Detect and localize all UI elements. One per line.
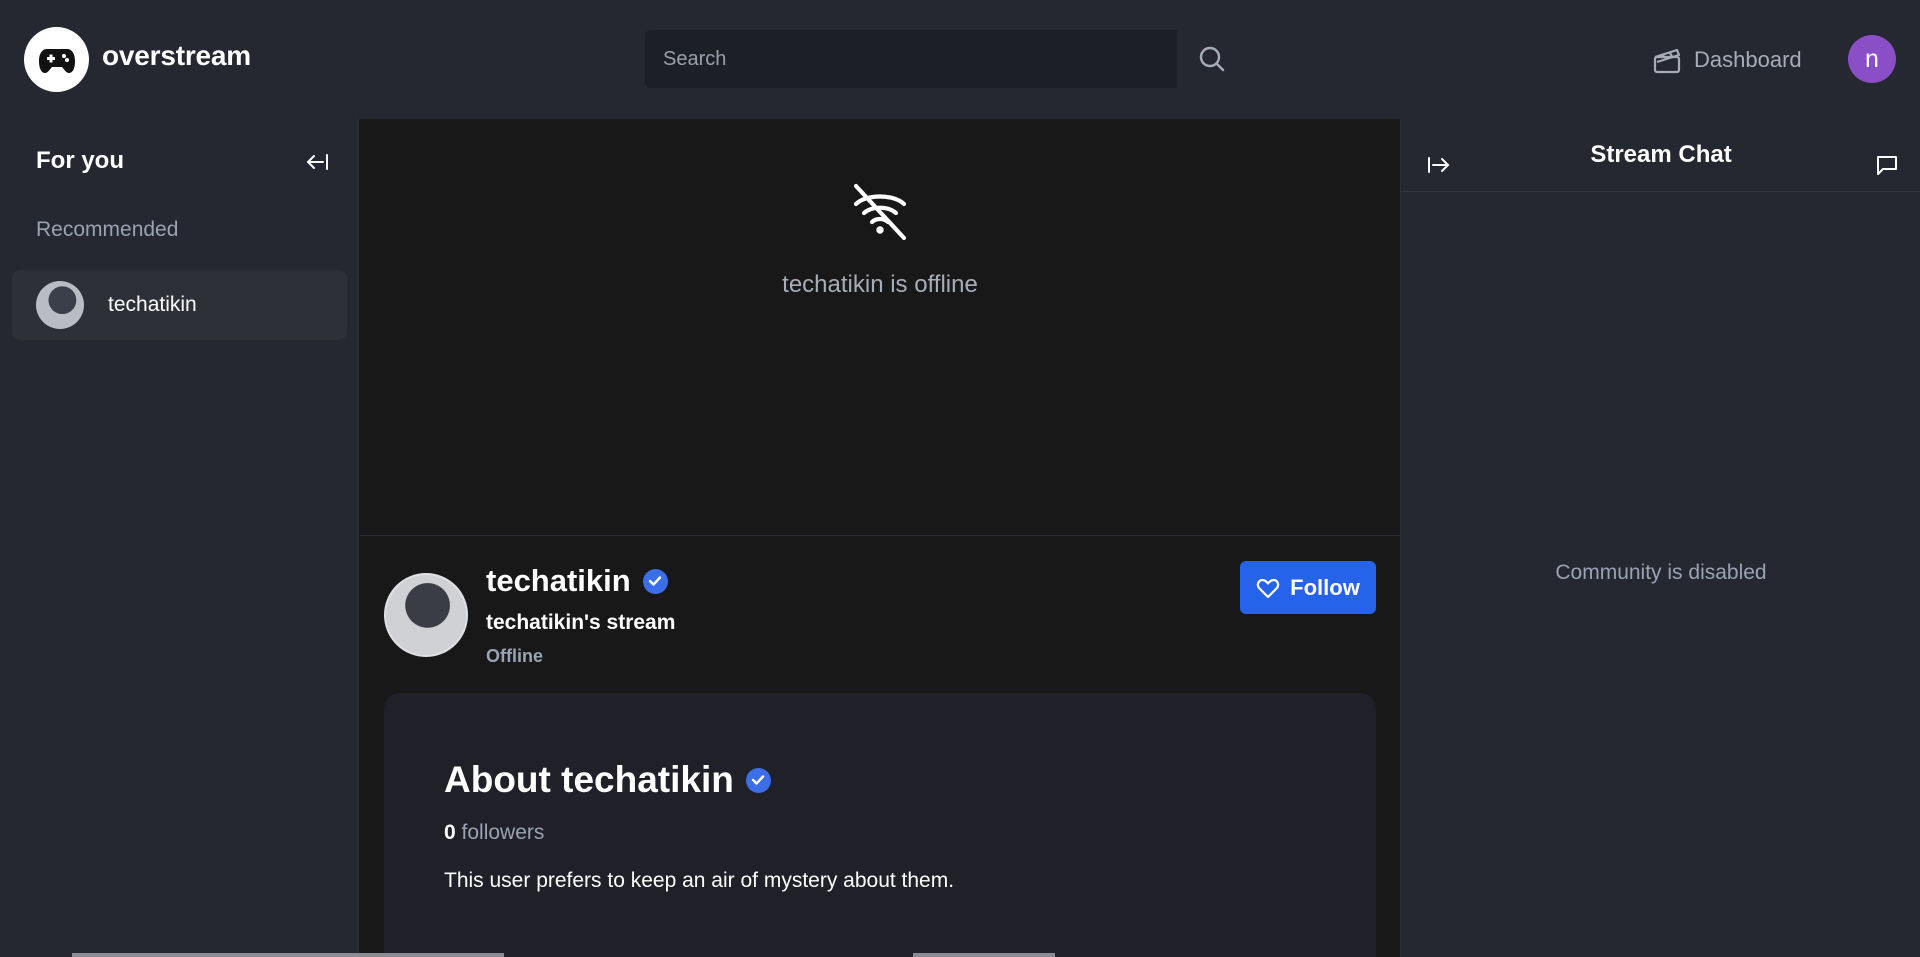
chat-panel: Stream Chat Community is disabled [1400,119,1920,957]
user-avatar[interactable]: n [1848,35,1896,83]
dashboard-label: Dashboard [1694,47,1802,72]
sidebar-item-label: techatikin [108,293,197,316]
heart-icon [1257,578,1280,598]
scrollbar[interactable] [913,953,1055,957]
main-content: techatikin is offline techatikin techati… [360,119,1400,957]
follow-label: Follow [1290,574,1360,600]
video-player[interactable]: techatikin is offline [360,119,1400,536]
app-root: overstream Dashboard n For you [0,0,1920,957]
chat-header: Stream Chat [1401,119,1920,192]
stream-title: techatikin's stream [486,611,676,634]
search-button[interactable] [1177,30,1247,88]
clapperboard-icon [1653,48,1681,74]
chat-title: Stream Chat [1590,141,1732,168]
scrollbar[interactable] [72,953,504,957]
collapse-sidebar-button[interactable] [300,145,334,179]
top-navbar: overstream Dashboard n [0,0,1920,119]
verified-badge-icon [642,568,668,594]
avatar [36,281,84,329]
bio-text: This user prefers to keep an air of myst… [444,869,955,892]
sidebar-title: For you [36,147,124,174]
streamer-name-row: techatikin [486,563,668,599]
verified-badge-icon [745,767,771,793]
followers-label: followers [461,821,545,844]
follow-button[interactable]: Follow [1240,561,1376,614]
sidebar: For you Recommended techatikin [0,119,359,957]
message-square-icon [1877,156,1897,175]
chat-disabled-message: Community is disabled [1555,561,1767,584]
brand-name[interactable]: overstream [102,40,251,72]
about-title-row: About techatikin [444,759,771,801]
offline-message: techatikin is offline [782,271,978,298]
followers-count: 0 followers [444,821,544,845]
logo[interactable] [24,27,89,92]
search-icon [1199,46,1225,72]
sidebar-section-label: Recommended [36,218,179,241]
streamer-avatar[interactable] [384,573,468,657]
sidebar-item-techatikin[interactable]: techatikin [12,270,347,340]
streamer-name: techatikin [486,563,631,598]
arrow-left-to-line-icon [306,154,328,170]
about-card: About techatikin 0 followers This user p… [384,693,1376,957]
dashboard-link[interactable]: Dashboard [1652,42,1802,78]
about-title: About techatikin [444,759,734,800]
gamepad-icon [38,48,75,73]
search-bar [645,30,1235,88]
wifi-off-icon [853,183,907,241]
stream-status: Offline [486,646,543,666]
chat-mode-button[interactable] [1871,149,1903,181]
followers-number: 0 [444,821,456,844]
search-input[interactable] [645,30,1177,88]
